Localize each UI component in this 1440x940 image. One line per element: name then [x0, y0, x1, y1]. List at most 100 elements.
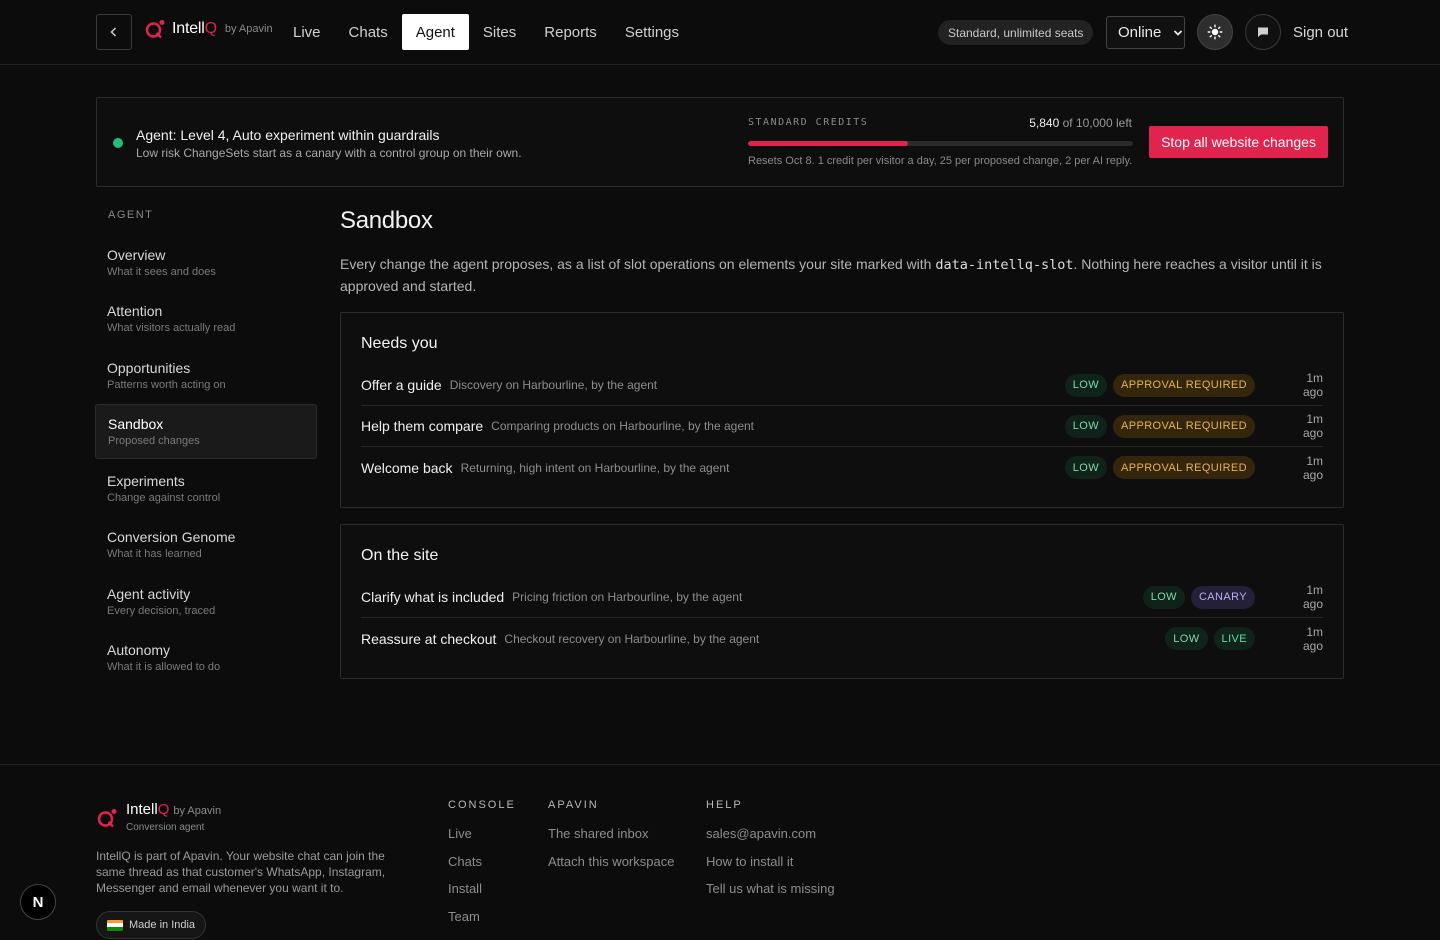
footer-col-help: HELP sales@apavin.com How to install it … — [706, 799, 835, 909]
sidebar-item-label: Overview — [107, 247, 166, 263]
brand-name: IntellQ — [172, 20, 217, 37]
credits-note: Resets Oct 8. 1 credit per visitor a day… — [748, 155, 1133, 167]
sidebar-item-overview[interactable]: Overview What it sees and does — [95, 236, 317, 291]
changeset-time: 1m ago — [1302, 583, 1323, 611]
footer-link-attach-workspace[interactable]: Attach this workspace — [548, 854, 674, 882]
risk-badge: LOW — [1142, 585, 1185, 609]
chat-button[interactable] — [1245, 14, 1281, 50]
made-in-india-badge: Made in India — [96, 911, 207, 939]
nav-chats[interactable]: Chats — [335, 14, 402, 50]
theme-toggle-button[interactable] — [1197, 14, 1233, 50]
sidebar-item-label: Attention — [107, 303, 163, 319]
sidebar-item-experiments[interactable]: Experiments Change against control — [95, 462, 317, 517]
sun-icon — [1207, 24, 1223, 40]
footer-link-chats[interactable]: Chats — [448, 854, 516, 882]
agent-status-banner: Agent: Level 4, Auto experiment within g… — [96, 97, 1344, 187]
nav-agent[interactable]: Agent — [401, 14, 469, 50]
changeset-row[interactable]: Offer a guide Discovery on Harbourline, … — [361, 365, 1323, 406]
credits-progress-fill — [748, 141, 909, 146]
footer-link-feedback[interactable]: Tell us what is missing — [706, 881, 835, 909]
main-nav: Live Chats Agent Sites Reports Settings — [279, 14, 693, 50]
state-badge: CANARY — [1190, 585, 1255, 609]
changeset-time: 1m ago — [1302, 371, 1323, 399]
nav-settings[interactable]: Settings — [611, 14, 693, 50]
footer-link-shared-inbox[interactable]: The shared inbox — [548, 826, 674, 854]
state-badge: LIVE — [1213, 627, 1255, 650]
nav-sites[interactable]: Sites — [469, 14, 530, 50]
sidebar-item-agent-activity[interactable]: Agent activity Every decision, traced — [95, 575, 317, 630]
changeset-row[interactable]: Clarify what is included Pricing frictio… — [361, 577, 1323, 618]
footer-brand-name: IntellQ — [126, 801, 170, 818]
made-in-label: Made in India — [129, 919, 196, 931]
footer-link-install-guide[interactable]: How to install it — [706, 854, 835, 882]
sidebar-item-desc: Change against control — [107, 492, 221, 504]
panel-title: Needs you — [361, 335, 438, 352]
sidebar-item-desc: Proposed changes — [108, 435, 200, 447]
top-bar: IntellQ by Apavin Live Chats Agent Sites… — [0, 0, 1440, 65]
changeset-name: Help them compare — [361, 418, 484, 434]
plan-badge: Standard, unlimited seats — [938, 20, 1094, 45]
agent-level-title: Agent: Level 4, Auto experiment within g… — [136, 127, 440, 143]
footer-col-heading: CONSOLE — [448, 799, 516, 811]
sidebar-item-conversion-genome[interactable]: Conversion Genome What it has learned — [95, 518, 317, 573]
credits-count: 5,840 of 10,000 left — [1029, 116, 1132, 130]
risk-badge: LOW — [1165, 627, 1208, 650]
footer-brand: IntellQ by Apavin Conversion agent — [96, 801, 221, 833]
chevron-left-icon — [110, 27, 117, 37]
changeset-row[interactable]: Help them compare Comparing products on … — [361, 406, 1323, 447]
india-flag-icon — [107, 919, 123, 931]
state-badge: APPROVAL REQUIRED — [1113, 414, 1255, 438]
changeset-meta: Discovery on Harbourline, by the agent — [449, 378, 658, 392]
changeset-meta: Pricing friction on Harbourline, by the … — [512, 590, 743, 604]
page-description: Every change the agent proposes, as a li… — [340, 256, 1322, 294]
sidebar-item-desc: What it sees and does — [107, 266, 216, 278]
nav-reports[interactable]: Reports — [530, 14, 611, 50]
back-button[interactable] — [96, 14, 132, 50]
changeset-meta: Checkout recovery on Harbourline, by the… — [504, 631, 760, 646]
agent-level-subtitle: Low risk ChangeSets start as a canary wi… — [136, 146, 522, 160]
footer: IntellQ by Apavin Conversion agent Intell… — [0, 764, 1440, 940]
credits-progress-bar — [748, 141, 1133, 146]
footer-link-team[interactable]: Team — [448, 909, 516, 937]
sidebar-item-opportunities[interactable]: Opportunities Patterns worth acting on — [95, 349, 317, 404]
chevron-down-icon — [1174, 29, 1183, 36]
changeset-name: Welcome back — [361, 459, 453, 476]
footer-col-heading: APAVIN — [548, 799, 599, 811]
risk-badge: LOW — [1064, 414, 1107, 438]
changeset-row[interactable]: Reassure at checkout Checkout recovery o… — [361, 618, 1323, 659]
footer-about: IntellQ is part of Apavin. Your website … — [96, 849, 386, 895]
footer-link-install[interactable]: Install — [448, 881, 516, 909]
footer-link-sales-email[interactable]: sales@apavin.com — [706, 826, 835, 854]
status-value: Online — [1118, 24, 1162, 41]
risk-badge: LOW — [1064, 373, 1107, 397]
footer-col-heading: HELP — [706, 799, 743, 811]
panel-title: On the site — [361, 547, 439, 564]
footer-col-console: CONSOLE Live Chats Install Team — [448, 799, 516, 936]
sidebar-item-desc: What it has learned — [107, 548, 202, 560]
sign-out-link[interactable]: Sign out — [1293, 24, 1348, 41]
intellq-logo-icon — [145, 20, 165, 39]
status-dot-icon — [113, 138, 123, 148]
sidebar-item-autonomy[interactable]: Autonomy What it is allowed to do — [95, 631, 317, 686]
page-title: Sandbox — [340, 207, 433, 234]
brand-logo[interactable]: IntellQ by Apavin — [144, 18, 273, 40]
nav-live[interactable]: Live — [279, 14, 335, 50]
intellq-logo-icon — [97, 809, 117, 828]
sidebar-item-desc: Patterns worth acting on — [107, 379, 226, 391]
sidebar-item-label: Sandbox — [108, 416, 164, 432]
state-badge: APPROVAL REQUIRED — [1113, 456, 1255, 479]
changeset-meta: Returning, high intent on Harbourline, b… — [460, 460, 730, 475]
sidebar-item-label: Agent activity — [107, 586, 191, 602]
risk-badge: LOW — [1064, 456, 1107, 479]
changeset-time: 1m ago — [1302, 624, 1323, 653]
stop-all-changes-button[interactable]: Stop all website changes — [1149, 126, 1328, 158]
footer-link-live[interactable]: Live — [448, 826, 516, 854]
chat-bubble-icon — [1258, 27, 1268, 37]
sidebar-item-desc: What it is allowed to do — [107, 661, 221, 673]
framework-dev-badge[interactable]: N — [20, 884, 56, 920]
changeset-row[interactable]: Welcome back Returning, high intent on H… — [361, 447, 1323, 488]
status-select[interactable]: Online — [1106, 16, 1185, 49]
sidebar-item-attention[interactable]: Attention What visitors actually read — [95, 292, 317, 347]
sidebar-item-sandbox[interactable]: Sandbox Proposed changes — [95, 404, 317, 459]
sidebar-item-label: Opportunities — [107, 360, 191, 376]
